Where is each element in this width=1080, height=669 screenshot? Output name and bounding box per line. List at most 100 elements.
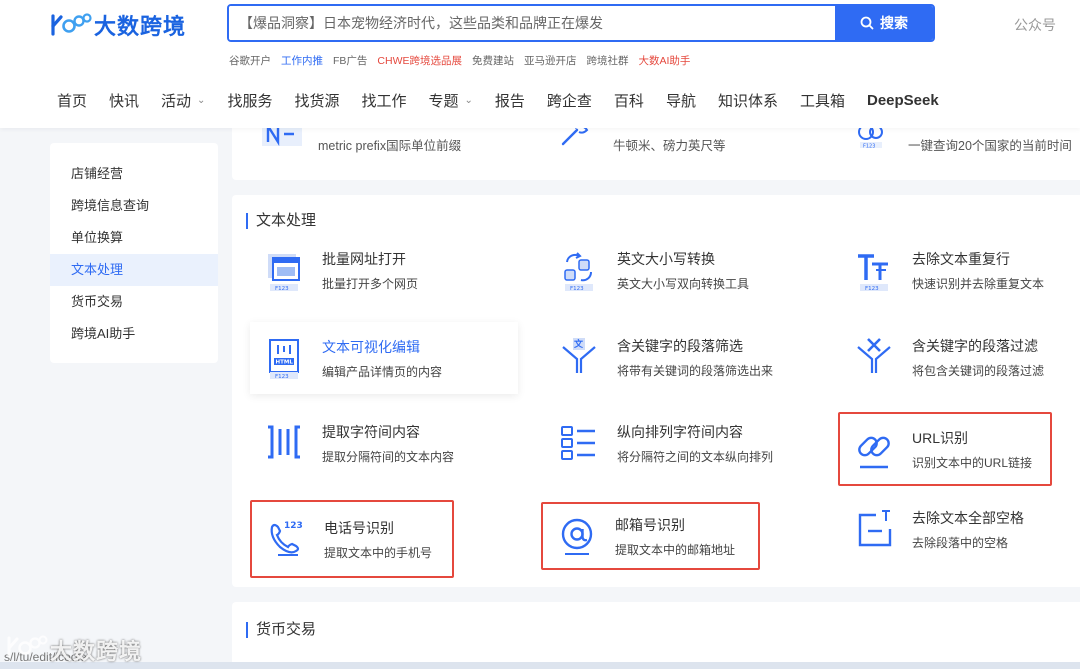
nav-item[interactable]: 工具箱 [800,90,845,111]
nav-item-label: DeepSeek [866,92,939,109]
nav-item-label: 跨企查 [546,93,592,110]
tool-card[interactable]: F123 批量网址打开 批量打开多个网页 [250,235,518,305]
hot-link[interactable]: CHWE跨境选品展 [377,53,462,68]
tool-desc: 编辑产品详情页的内容 [322,364,443,379]
tool-desc: 将分隔符之间的文本纵向排列 [617,449,774,464]
tool-desc: 提取分隔符间的文本内容 [322,449,455,464]
sidebar-item[interactable]: 单位换算 [50,222,218,254]
svg-text:F123: F123 [275,286,289,292]
logo-text: 大数跨境 [94,14,187,39]
wrench-icon [561,128,589,146]
email-at-icon [555,514,599,558]
tool-card[interactable]: 123 电话号识别 提取文本中的手机号 [250,500,454,578]
section-title: 货币交易 [246,622,316,638]
link-icon [852,427,896,471]
phone-icon: 123 [264,517,308,561]
tool-card[interactable]: 去除文本全部空格 去除段落中的空格 [840,494,1080,564]
hot-link[interactable]: 大数AI助手 [639,53,691,68]
tool-card[interactable]: 邮箱号识别 提取文本中的邮箱地址 [541,502,760,570]
chevron-down-icon: ⌄ [464,95,473,106]
gongzhonghao-link[interactable]: 公众号 [1014,15,1056,35]
tool-desc: 英文大小写双向转换工具 [617,276,750,291]
hot-link[interactable]: 亚马逊开店 [524,53,577,68]
tool-text: 邮箱号识别 提取文本中的邮箱地址 [615,515,735,558]
metric-prefix-icon [262,128,302,147]
svg-text:F123: F123 [570,286,584,292]
chevron-down-icon: ⌄ [197,95,206,106]
nav-item-label: 工具箱 [799,93,845,110]
tool-desc: 将带有关键词的段落筛选出来 [617,363,774,378]
site-logo[interactable]: 大数跨境 [50,10,186,40]
hot-link[interactable]: 免费建站 [472,53,514,68]
nav-item[interactable]: 导航 [666,90,696,111]
nav-item[interactable]: 找货源 [294,90,339,111]
tool-text: 批量网址打开 批量打开多个网页 [322,249,418,292]
svg-text:文: 文 [573,338,584,350]
svg-text:HTML: HTML [276,360,294,366]
sidebar-item[interactable]: 文本处理 [50,254,218,286]
hot-link[interactable]: 工作内推 [281,53,323,68]
dedupe-lines-icon: F123 [852,248,896,292]
nav-item[interactable]: 专题 ⌄ [428,90,472,111]
tool-card[interactable]: 含关键字的段落过滤 将包含关键词的段落过滤 [840,322,1080,392]
nav-item[interactable]: 找工作 [361,90,406,111]
tool-card[interactable]: 文 含关键字的段落筛选 将带有关键词的段落筛选出来 [545,322,813,392]
tool-name: 文本可视化编辑 [322,338,420,355]
nav-item-label: 找服务 [227,93,273,110]
sidebar-item[interactable]: 店铺经营 [50,158,218,190]
sidebar-item[interactable]: 跨境信息查询 [50,190,218,222]
svg-text:F123: F123 [275,374,289,380]
sidebar-item[interactable]: 货币交易 [50,286,218,318]
nav-item[interactable]: 百科 [614,90,644,111]
tool-desc: 提取文本中的邮箱地址 [615,542,736,557]
nav-item-label: 找工作 [361,93,407,110]
nav-item[interactable]: 报告 [495,90,525,111]
partial-tool-desc: 牛顿米、磅力英尺等 [613,139,726,153]
tool-desc: 批量打开多个网页 [322,276,419,291]
partial-tool-desc: 一键查询20个国家的当前时间 [908,139,1072,153]
nav-item[interactable]: 首页 [57,90,87,111]
tool-desc: 提取文本中的手机号 [324,545,433,560]
tool-text: 提取字符间内容 提取分隔符间的文本内容 [322,422,454,465]
sidebar-item[interactable]: 跨境AI助手 [50,318,218,350]
nav-item[interactable]: 跨企查 [547,90,592,111]
tool-text: 去除文本全部空格 去除段落中的空格 [912,508,1024,551]
nav-item[interactable]: 知识体系 [718,90,778,111]
main-nav: 首页 快讯 活动 ⌄ 找服务 找货源 找工作 专题 ⌄ 报告 跨企查 百科 导航 知识体系 工具箱 DeepS… [57,90,961,111]
tool-desc: 快速识别并去除重复文本 [912,276,1045,291]
nav-item[interactable]: 活动 ⌄ [161,90,205,111]
tool-card[interactable]: 提取字符间内容 提取分隔符间的文本内容 [250,408,518,478]
watermark-logo-icon [7,635,48,658]
currency-section: 货币交易 [232,602,1080,669]
nav-item[interactable]: DeepSeek [867,90,939,111]
tool-card[interactable]: HTML F123 文本可视化编辑编辑产品详情页的内容 [250,322,518,394]
status-bar [0,662,1080,669]
remove-space-icon [852,507,896,551]
nav-item-label: 百科 [613,93,644,110]
svg-text:123: 123 [284,521,303,531]
tool-card[interactable]: F123 去除文本重复行快速识别并去除重复文本 [840,235,1080,305]
case-convert-icon: F123 [557,248,601,292]
tool-text: 含关键字的段落筛选 将带有关键词的段落筛选出来 [617,336,773,379]
hot-link[interactable]: FB广告 [333,53,367,68]
nav-item-label: 首页 [57,93,88,110]
nav-item[interactable]: 找服务 [227,90,272,111]
tool-card[interactable]: 纵向排列字符间内容 将分隔符之间的文本纵向排列 [545,408,813,478]
hot-link[interactable]: 跨境社群 [587,53,629,68]
nav-item[interactable]: 快讯 [109,90,139,111]
tool-card[interactable]: F123 英文大小写转换 英文大小写双向转换工具 [545,235,813,305]
nav-item-label: 快讯 [109,93,140,110]
brackets-icon [262,421,306,465]
partial-tool-desc: metric prefix国际单位前缀 [318,139,462,153]
tool-name: 去除文本重复行 [912,250,1010,267]
tool-desc: 将包含关键词的段落过滤 [912,363,1045,378]
svg-text:F123: F123 [865,286,879,292]
tool-name: 批量网址打开 [322,250,406,267]
tool-name: 含关键字的段落过滤 [912,337,1038,354]
hot-link[interactable]: 谷歌开户 [229,53,271,68]
tool-name: 去除文本全部空格 [912,509,1024,526]
nav-item-label: 知识体系 [717,93,778,110]
search-button[interactable]: 搜索 [835,6,933,40]
tool-card[interactable]: URL识别 识别文本中的URL链接 [838,412,1052,486]
search-input[interactable] [229,6,835,40]
